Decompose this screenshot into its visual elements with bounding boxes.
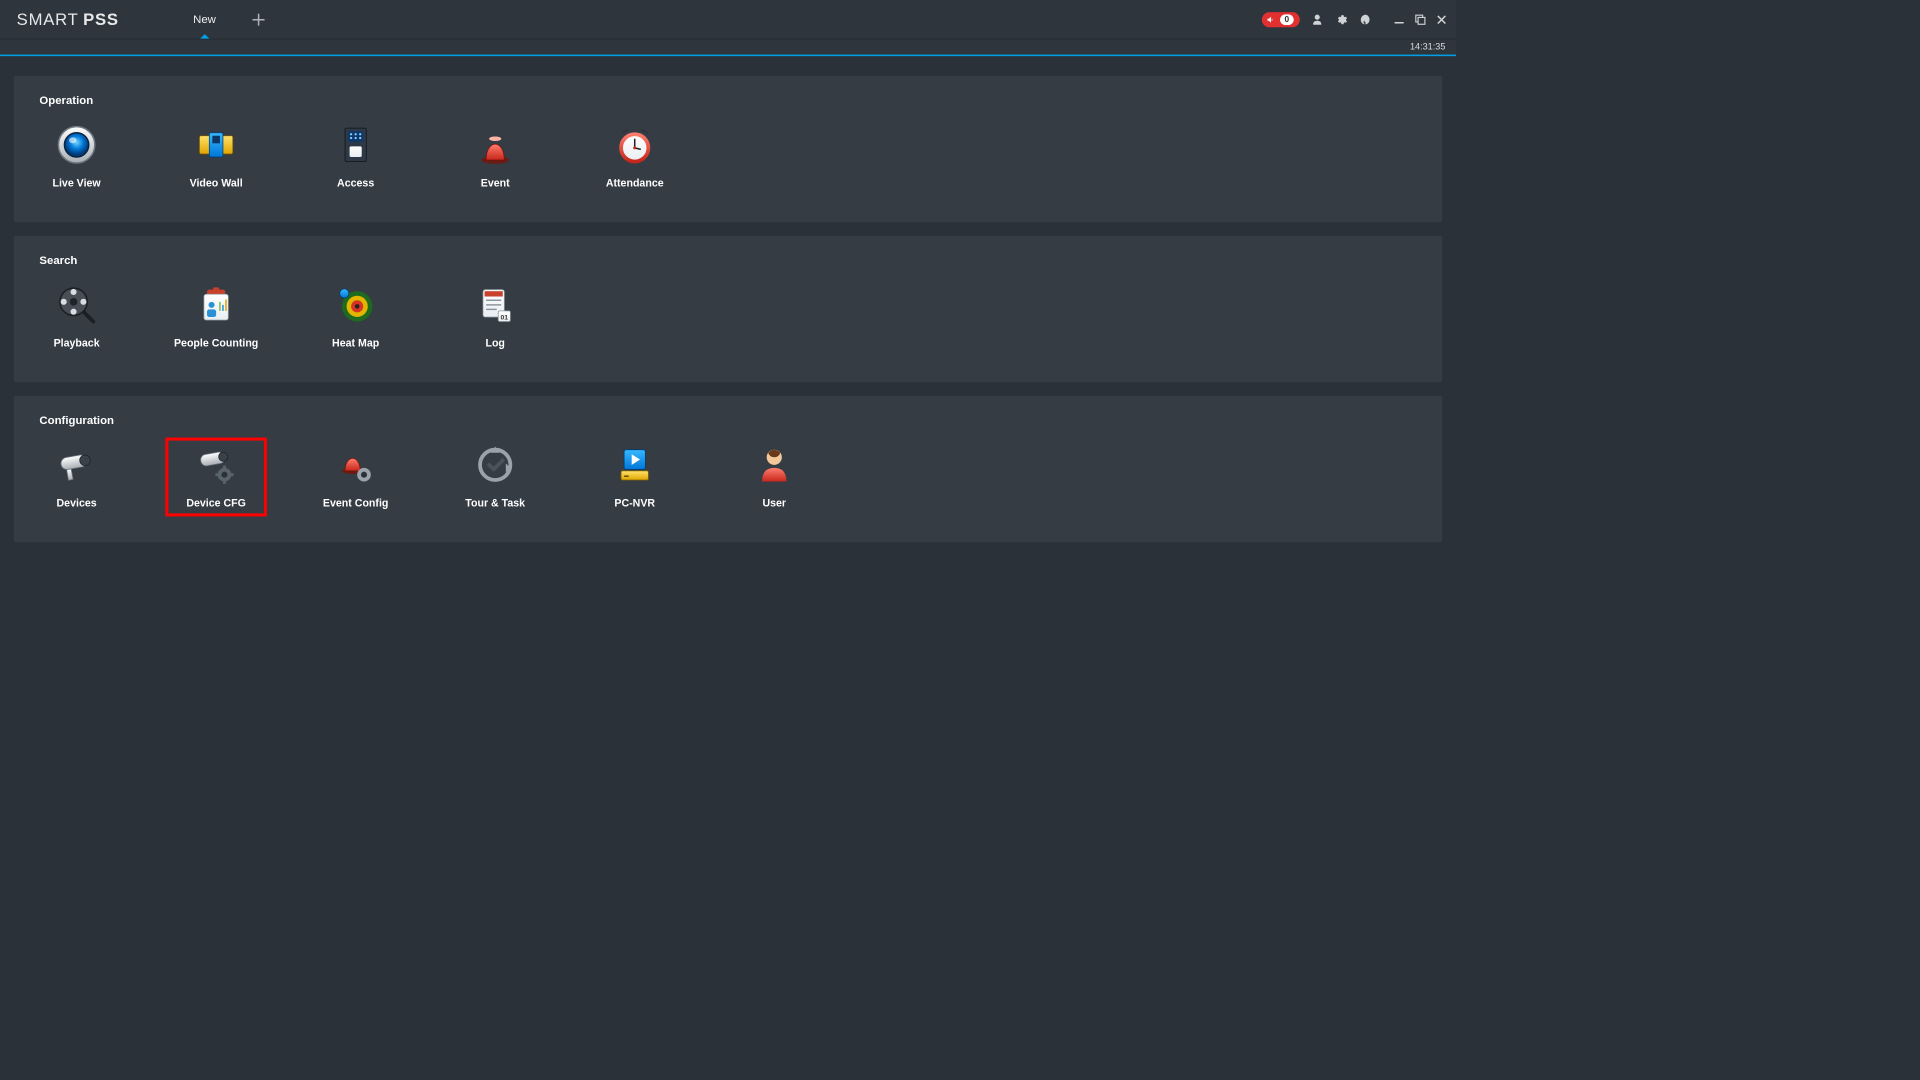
tourtask-icon [475, 445, 514, 484]
panel-configuration: Configuration Devices Device CFG Event C… [14, 396, 1443, 542]
tile-label: Event [481, 177, 510, 189]
alarm-indicator[interactable]: 0 [1262, 12, 1300, 27]
tile-label: Event Config [323, 497, 388, 509]
tile-label: Video Wall [190, 177, 243, 189]
panel-search: Search Playback People Counting Heat Map… [14, 236, 1443, 382]
speaker-icon [1266, 15, 1275, 24]
tile-live-view[interactable]: Live View [39, 125, 113, 189]
access-icon [336, 125, 375, 164]
tile-label: Device CFG [186, 497, 246, 509]
tile-video-wall[interactable]: Video Wall [179, 125, 253, 189]
user-icon [755, 445, 794, 484]
panel-configuration-title: Configuration [39, 414, 1416, 427]
tile-label: PC-NVR [614, 497, 655, 509]
videowall-icon [196, 125, 235, 164]
devicecfg-icon [196, 445, 235, 484]
event-icon [475, 125, 514, 164]
tile-label: People Counting [174, 337, 258, 349]
titlebar: SMART PSS New 0 [0, 0, 1456, 39]
tab-bar: New [172, 0, 280, 39]
tile-tour-task[interactable]: Tour & Task [458, 445, 532, 509]
tile-device-cfg[interactable]: Device CFG [179, 445, 253, 509]
peoplecounting-icon [196, 285, 235, 324]
app-logo: SMART PSS [17, 9, 119, 29]
tile-label: Log [485, 337, 504, 349]
playback-icon [57, 285, 96, 324]
plus-icon [252, 13, 264, 25]
row-operation: Live View Video Wall Access Event Attend… [39, 125, 1416, 189]
tile-log[interactable]: Log [458, 285, 532, 349]
heatmap-icon [336, 285, 375, 324]
pcnvr-icon [615, 445, 654, 484]
tile-event-config[interactable]: Event Config [319, 445, 393, 509]
minimize-button[interactable] [1392, 13, 1406, 27]
panel-operation-title: Operation [39, 94, 1416, 107]
logo-part1: SMART [17, 9, 79, 29]
tile-pc-nvr[interactable]: PC-NVR [598, 445, 672, 509]
tab-add-button[interactable] [237, 0, 279, 39]
tile-label: Attendance [606, 177, 664, 189]
clock: 14:31:35 [1410, 41, 1445, 52]
tile-heat-map[interactable]: Heat Map [319, 285, 393, 349]
tile-user[interactable]: User [737, 445, 811, 509]
tile-event[interactable]: Event [458, 125, 532, 189]
alarm-count: 0 [1280, 14, 1294, 25]
settings-button[interactable] [1335, 13, 1349, 27]
user-account-button[interactable] [1310, 13, 1324, 27]
tile-attendance[interactable]: Attendance [598, 125, 672, 189]
tile-label: Heat Map [332, 337, 379, 349]
tile-access[interactable]: Access [319, 125, 393, 189]
devices-icon [57, 445, 96, 484]
window-controls [1392, 13, 1448, 27]
help-button[interactable] [1359, 13, 1373, 27]
row-configuration: Devices Device CFG Event Config Tour & T… [39, 445, 1416, 509]
maximize-button[interactable] [1414, 13, 1428, 27]
panel-operation: Operation Live View Video Wall Access Ev… [14, 76, 1443, 222]
panel-search-title: Search [39, 254, 1416, 267]
tile-devices[interactable]: Devices [39, 445, 113, 509]
eventconfig-icon [336, 445, 375, 484]
titlebar-right: 0 [1262, 12, 1449, 27]
log-icon [475, 285, 514, 324]
tab-label: New [193, 13, 216, 26]
tile-label: Live View [52, 177, 100, 189]
tile-label: User [762, 497, 786, 509]
tab-new[interactable]: New [172, 0, 237, 39]
tile-label: Tour & Task [465, 497, 525, 509]
clock-bar: 14:31:35 [0, 39, 1456, 56]
tile-playback[interactable]: Playback [39, 285, 113, 349]
tile-label: Access [337, 177, 374, 189]
tile-label: Playback [54, 337, 100, 349]
tile-people-counting[interactable]: People Counting [179, 285, 253, 349]
liveview-icon [57, 125, 96, 164]
close-button[interactable] [1435, 13, 1449, 27]
tile-label: Devices [57, 497, 97, 509]
row-search: Playback People Counting Heat Map Log [39, 285, 1416, 349]
home-body: Operation Live View Video Wall Access Ev… [0, 56, 1456, 575]
logo-part2: PSS [83, 9, 119, 29]
attendance-icon [615, 125, 654, 164]
